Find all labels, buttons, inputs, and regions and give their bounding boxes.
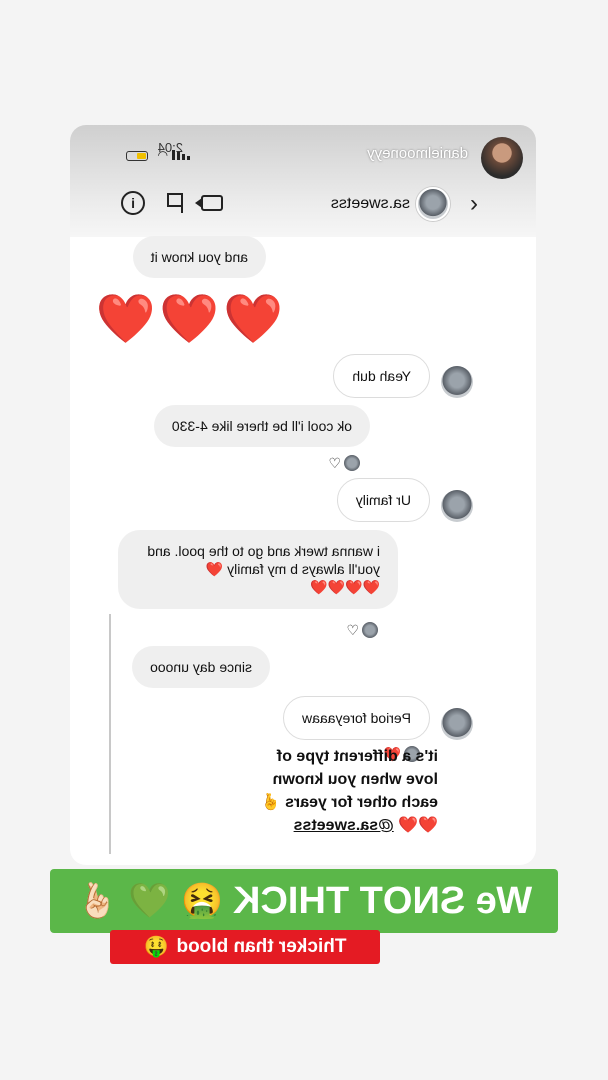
text-sticker-sub[interactable]: Thicker than blood 🤑: [110, 930, 380, 964]
caption-hearts: ❤️❤️: [398, 817, 438, 834]
reaction-avatar: [344, 455, 360, 471]
caption-line: it's a different type of: [276, 748, 438, 765]
green-heart-emoji-icon: 💚: [128, 882, 171, 920]
battery-icon: [126, 151, 148, 161]
chevron-left-icon[interactable]: ‹: [470, 190, 478, 218]
money-face-emoji-icon: 🤑: [143, 936, 169, 958]
message-bubble[interactable]: Period foreyaaaw: [283, 696, 430, 741]
message-hearts: ❤️❤️❤️❤️: [310, 579, 380, 596]
reply-thread-line: [109, 614, 111, 854]
flag-icon[interactable]: [167, 193, 183, 213]
caption-mention[interactable]: @sa.sweetss: [294, 817, 394, 834]
story-username[interactable]: danielmooneyy: [367, 145, 468, 162]
text-sticker-main[interactable]: We SNOT THICK 🤮 💚 🤞🏻: [50, 869, 558, 933]
chat-avatar[interactable]: [416, 187, 450, 221]
card-header-bg: [70, 125, 536, 237]
message-bubble[interactable]: and you know it: [132, 236, 266, 279]
sticker-text: We SNOT THICK: [232, 879, 533, 922]
story-avatar[interactable]: [481, 137, 523, 179]
caption-line: love when you known: [272, 771, 438, 788]
message-avatar: [441, 366, 473, 398]
sick-face-emoji-icon: 🤮: [180, 882, 223, 920]
reaction: ♡: [328, 454, 360, 472]
message-avatar: [441, 708, 473, 740]
wifi-icon: ◠: [157, 148, 168, 162]
signal-icon: [172, 150, 190, 160]
story-caption: it's a different type of love when you k…: [173, 745, 438, 837]
reaction-avatar: [362, 622, 378, 638]
caption-line: each other for years 🤞: [260, 794, 438, 811]
message-text: i wanna twerk and go to the pool. and yo…: [147, 543, 380, 578]
mirrored-story: danielmooneyy 2:04 ◠ ‹ sa.sweetss i and …: [0, 0, 608, 1080]
message-bubble[interactable]: Yeah duh: [333, 354, 430, 399]
message-bubble[interactable]: since day unooo: [132, 646, 270, 689]
sticker-subtext: Thicker than blood: [176, 936, 347, 957]
video-icon[interactable]: [201, 195, 223, 211]
status-icons: ◠: [122, 148, 190, 162]
caption-line: ❤️❤️ @sa.sweetss: [173, 814, 438, 837]
reaction: ♡: [346, 621, 378, 639]
chat-name[interactable]: sa.sweetss: [331, 195, 410, 213]
message-bubble[interactable]: i wanna twerk and go to the pool. and yo…: [118, 530, 398, 609]
reaction-heart-icon: ♡: [328, 454, 341, 471]
info-icon[interactable]: i: [121, 191, 145, 215]
crossed-fingers-emoji-icon: 🤞🏻: [75, 882, 119, 920]
message-avatar: [441, 490, 473, 522]
message-bubble[interactable]: Ur family: [336, 478, 430, 523]
reaction-heart-icon: ♡: [346, 621, 359, 638]
message-bubble[interactable]: ok cool i'll be there like 4-330: [153, 405, 370, 448]
heart-emoji-message[interactable]: ❤️❤️❤️: [92, 290, 283, 350]
